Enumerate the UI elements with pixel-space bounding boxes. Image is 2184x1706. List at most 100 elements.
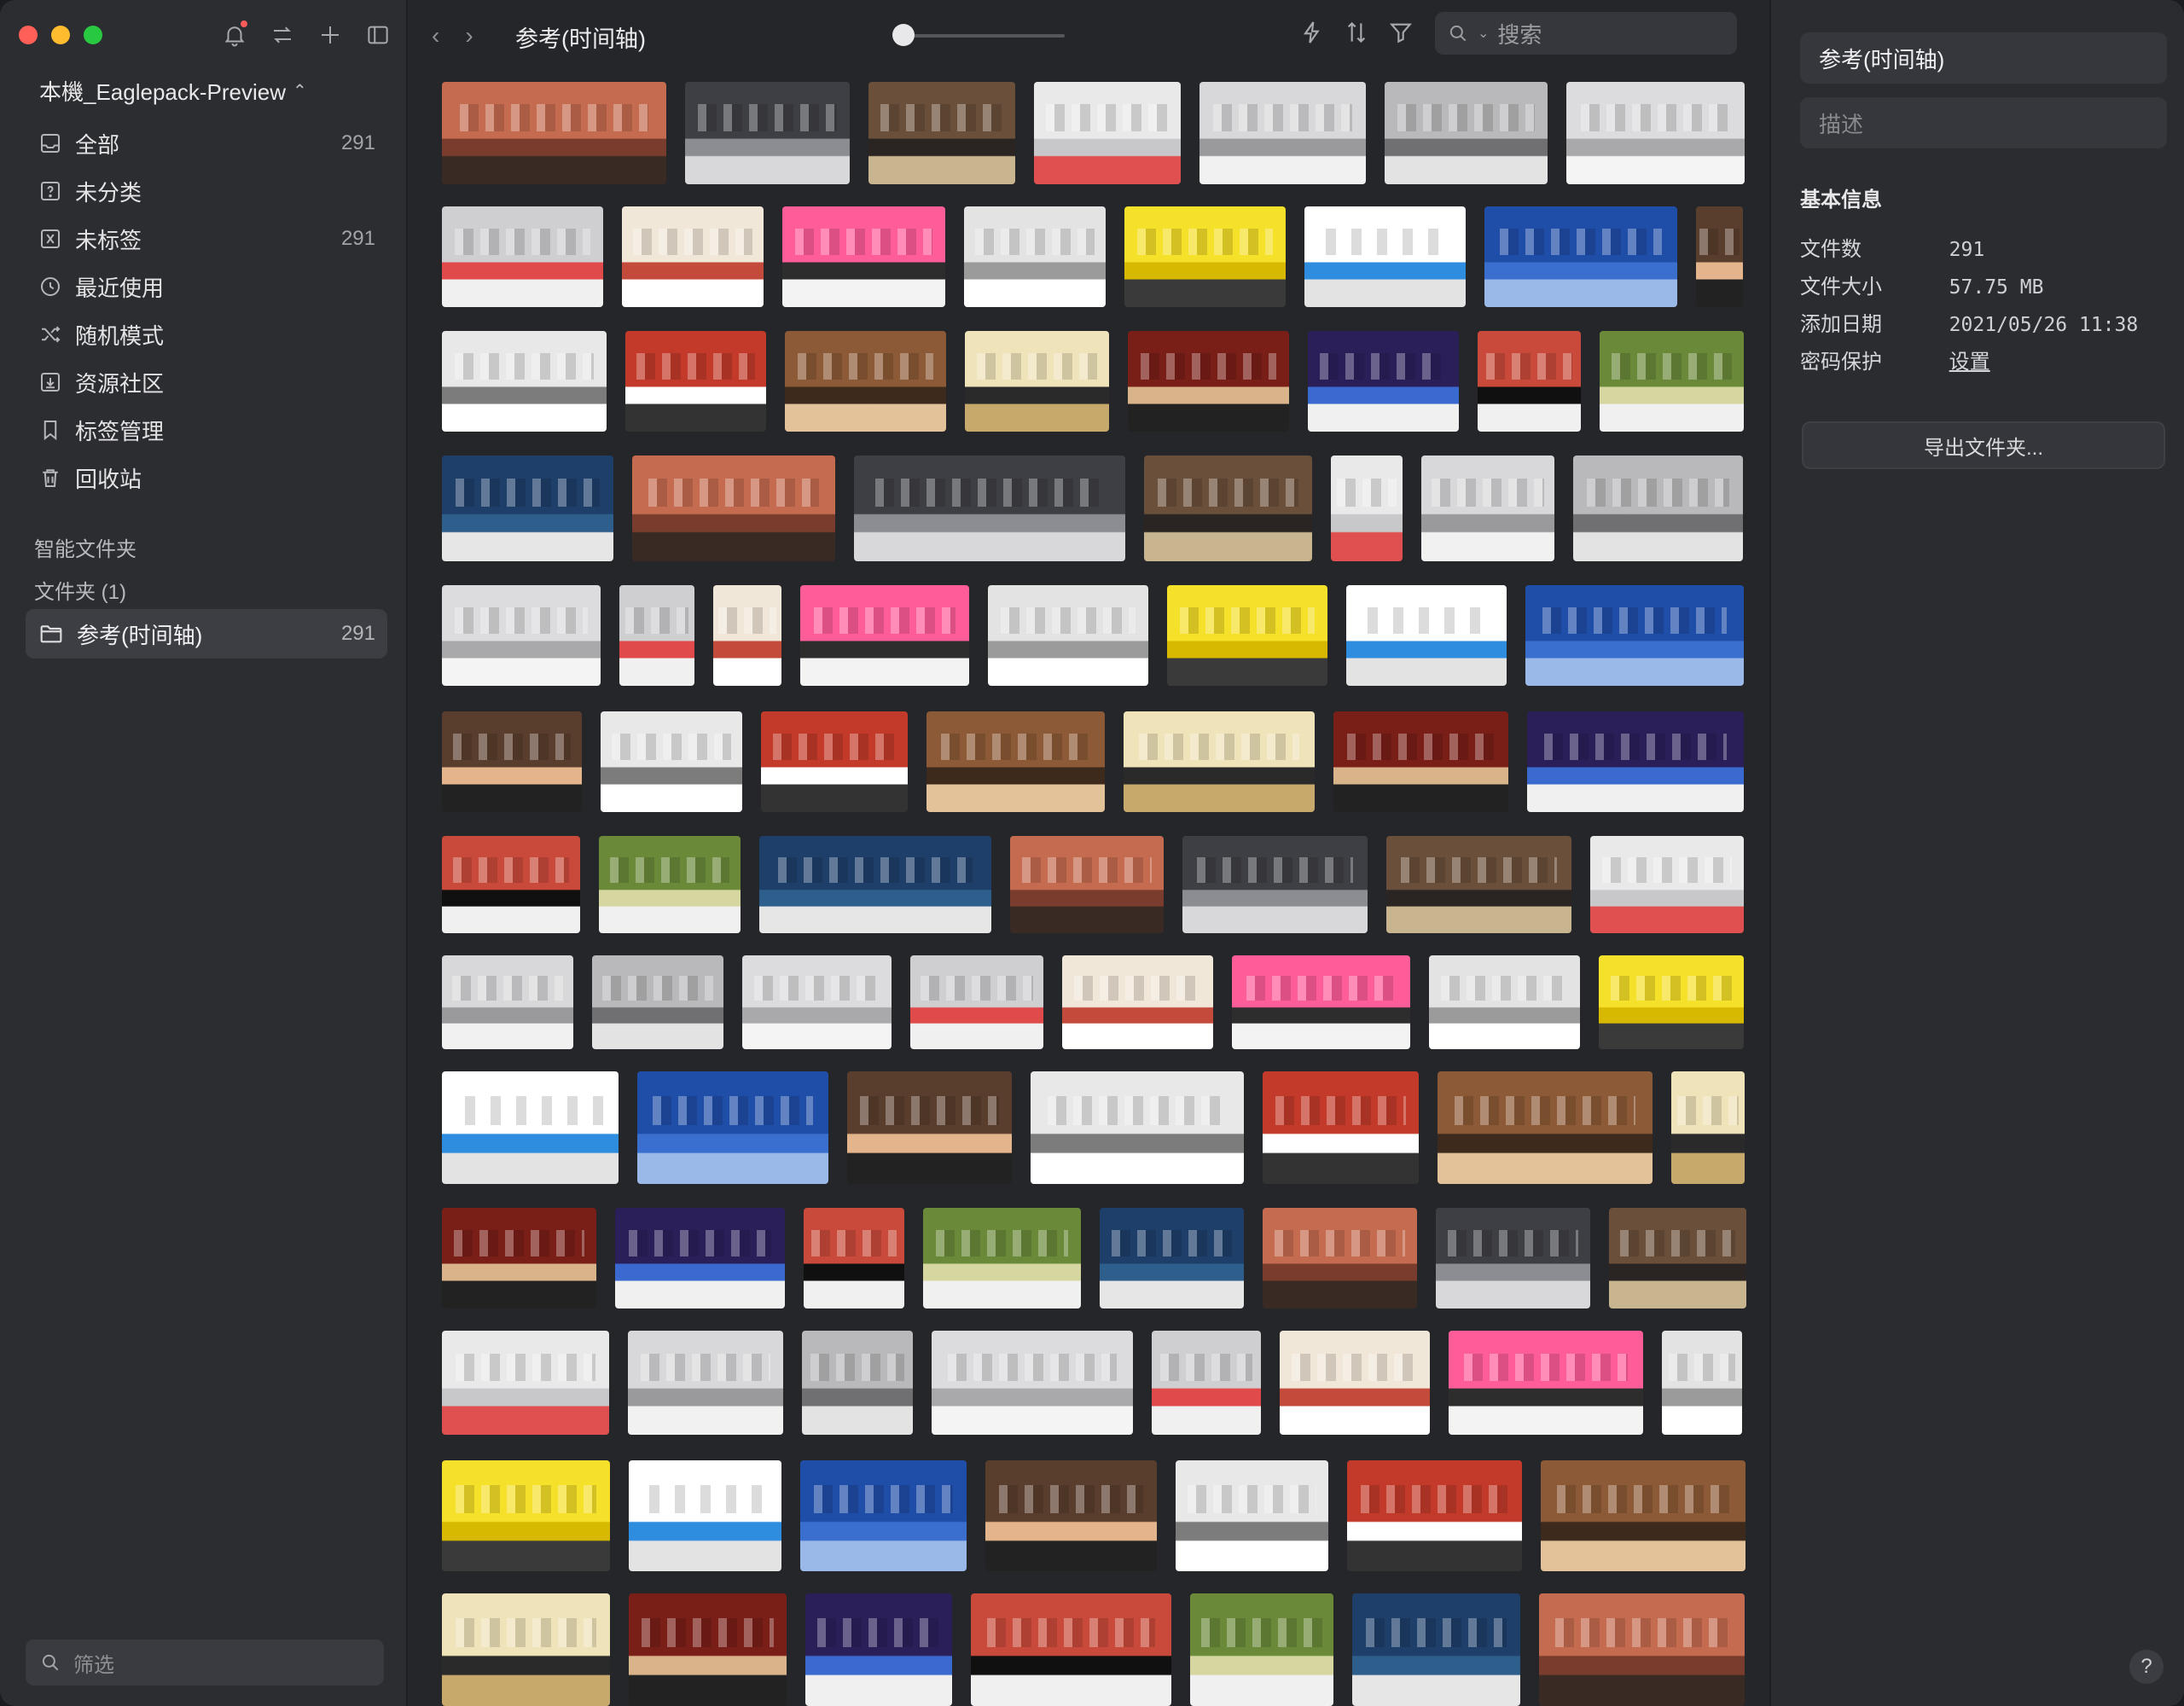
thumbnail-image[interactable] [629, 1593, 787, 1706]
thumbnail-image[interactable] [1128, 331, 1289, 432]
thumbnail-image[interactable] [442, 1593, 610, 1706]
thumbnail-image[interactable] [1352, 1593, 1520, 1706]
thumbnail-image[interactable] [1438, 1071, 1653, 1184]
thumbnail-image[interactable] [1449, 1331, 1643, 1435]
thumbnail-image[interactable] [985, 1460, 1157, 1571]
thumbnail-image[interactable] [964, 206, 1106, 307]
thumbnail-image[interactable] [442, 1331, 609, 1435]
sidebar-item-all[interactable]: 全部 291 [26, 119, 387, 167]
thumbnail-image[interactable] [800, 585, 969, 686]
minimize-window-button[interactable] [51, 26, 70, 44]
thumbnail-image[interactable] [1662, 1331, 1742, 1435]
thumbnail-image[interactable] [1100, 1208, 1244, 1309]
description-field[interactable]: 描述 [1800, 97, 2167, 148]
thumbnail-image[interactable] [1199, 82, 1366, 184]
sidebar-item-community[interactable]: 资源社区 [26, 358, 387, 406]
notification-bell-icon[interactable] [220, 20, 249, 49]
thumbnail-image[interactable] [932, 1331, 1133, 1435]
toggle-sidebar-icon[interactable] [363, 20, 392, 49]
thumbnail-image[interactable] [910, 955, 1043, 1049]
close-window-button[interactable] [19, 26, 38, 44]
thumbnail-image[interactable] [629, 1460, 781, 1571]
thumbnail-image[interactable] [442, 456, 613, 561]
thumbnail-image[interactable] [1573, 456, 1743, 561]
thumbnail-image[interactable] [685, 82, 850, 184]
sidebar-item-untagged[interactable]: 未标签 291 [26, 215, 387, 263]
thumbnail-image[interactable] [442, 1208, 596, 1309]
thumbnail-image[interactable] [628, 1331, 783, 1435]
thumbnail-image[interactable] [1152, 1331, 1261, 1435]
thumbnail-image[interactable] [1566, 82, 1745, 184]
thumbnail-image[interactable] [1304, 206, 1466, 307]
thumbnail-image[interactable] [1436, 1208, 1590, 1309]
folder-name-field[interactable]: 参考(时间轴) [1800, 32, 2167, 84]
thumbnail-size-slider[interactable] [892, 24, 1065, 46]
sidebar-item-tag-manager[interactable]: 标签管理 [26, 406, 387, 454]
thumbnail-image[interactable] [971, 1593, 1171, 1706]
thumbnail-image[interactable] [1062, 955, 1213, 1049]
thumbnail-image[interactable] [442, 1460, 610, 1571]
thumbnail-image[interactable] [1144, 456, 1312, 561]
thumbnail-image[interactable] [1478, 331, 1581, 432]
thumbnail-image[interactable] [1429, 955, 1580, 1049]
sidebar-item-uncategorized[interactable]: 未分类 [26, 167, 387, 215]
thumbnail-image[interactable] [1346, 585, 1507, 686]
thumbnail-image[interactable] [926, 711, 1105, 812]
thumbnail-image[interactable] [1386, 836, 1571, 933]
thumbnail-image[interactable] [761, 711, 908, 812]
thumbnail-image[interactable] [1308, 331, 1459, 432]
thumbnail-image[interactable] [1527, 711, 1744, 812]
add-icon[interactable] [316, 20, 345, 49]
thumbnail-image[interactable] [1539, 1593, 1745, 1706]
thumbnail-image[interactable] [804, 1208, 904, 1309]
thumbnail-image[interactable] [1484, 206, 1677, 307]
thumbnail-image[interactable] [1347, 1460, 1522, 1571]
thumbnail-image[interactable] [622, 206, 764, 307]
thumbnail-image[interactable] [442, 82, 666, 184]
thumbnail-image[interactable] [442, 206, 603, 307]
search-input[interactable]: ⌄ 搜索 [1435, 12, 1737, 55]
lightning-icon[interactable] [1298, 19, 1326, 46]
sort-icon[interactable] [1343, 19, 1370, 46]
thumbnail-image[interactable] [1599, 955, 1744, 1049]
thumbnail-image[interactable] [1124, 711, 1315, 812]
thumbnail-image[interactable] [1190, 1593, 1333, 1706]
thumbnail-image[interactable] [615, 1208, 785, 1309]
folders-heading[interactable]: 文件夹 (1) [34, 575, 126, 605]
library-switcher[interactable]: 本機_Eaglepack-Preview ⌃ [39, 75, 307, 107]
thumbnail-image[interactable] [442, 1071, 619, 1184]
thumbnail-image[interactable] [637, 1071, 828, 1184]
thumbnail-image[interactable] [742, 955, 892, 1049]
thumbnail-image[interactable] [802, 1331, 913, 1435]
thumbnail-image[interactable] [1176, 1460, 1328, 1571]
thumbnail-image[interactable] [988, 585, 1148, 686]
filter-funnel-icon[interactable] [1387, 19, 1414, 46]
thumbnail-image[interactable] [1333, 711, 1508, 812]
filter-input[interactable]: 筛选 [26, 1639, 384, 1686]
thumbnail-image[interactable] [782, 206, 945, 307]
sidebar-item-trash[interactable]: 回收站 [26, 454, 387, 502]
export-folder-button[interactable]: 导出文件夹... [1802, 421, 2165, 469]
thumbnail-image[interactable] [1609, 1208, 1746, 1309]
sync-icon[interactable] [268, 20, 297, 49]
thumbnail-image[interactable] [442, 955, 573, 1049]
thumbnail-image[interactable] [1034, 82, 1181, 184]
thumbnail-image[interactable] [442, 331, 607, 432]
back-arrow-icon[interactable]: ‹ [432, 22, 439, 49]
thumbnail-image[interactable] [923, 1208, 1081, 1309]
thumbnail-image[interactable] [854, 456, 1125, 561]
thumbnail-image[interactable] [759, 836, 991, 933]
thumbnail-image[interactable] [847, 1071, 1012, 1184]
thumbnail-image[interactable] [1263, 1071, 1419, 1184]
thumbnail-image[interactable] [442, 711, 582, 812]
thumbnail-image[interactable] [800, 1460, 967, 1571]
thumbnail-image[interactable] [619, 585, 694, 686]
thumbnail-image[interactable] [1124, 206, 1286, 307]
thumbnail-image[interactable] [1541, 1460, 1745, 1571]
thumbnail-image[interactable] [1385, 82, 1548, 184]
sidebar-folder-active[interactable]: 参考(时间轴) 291 [26, 609, 387, 659]
thumbnail-image[interactable] [1671, 1071, 1745, 1184]
thumbnail-image[interactable] [1167, 585, 1327, 686]
thumbnail-image[interactable] [599, 836, 741, 933]
zoom-window-button[interactable] [84, 26, 102, 44]
